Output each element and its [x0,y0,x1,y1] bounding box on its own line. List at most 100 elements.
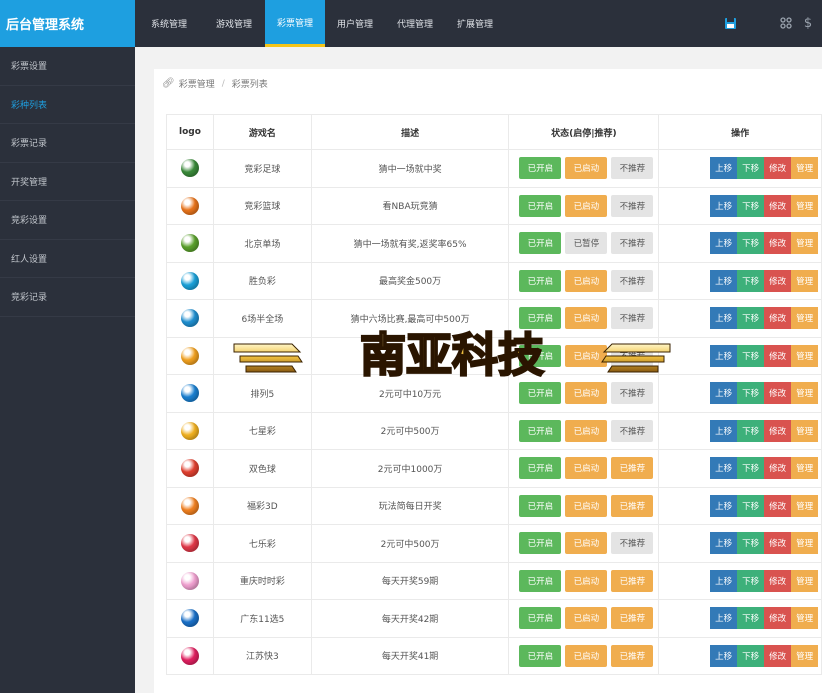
edit-button[interactable]: 修改 [764,269,792,292]
toggle-launch-button[interactable]: 已启动 [565,344,608,367]
sidebar-item[interactable]: 彩票记录 [0,124,135,163]
toggle-recommend-button[interactable]: 不推荐 [611,382,654,405]
sidebar-item[interactable]: 红人设置 [0,240,135,278]
manage-button[interactable]: 管理 [791,344,819,367]
edit-button[interactable]: 修改 [764,232,792,255]
toggle-launch-button[interactable]: 已启动 [565,419,608,442]
edit-button[interactable]: 修改 [764,457,792,480]
move-down-button[interactable]: 下移 [737,157,765,180]
toggle-open-button[interactable]: 已开启 [519,382,562,405]
nav-tab[interactable]: 代理管理 [385,0,445,47]
move-up-button[interactable]: 上移 [710,607,738,630]
toggle-open-button[interactable]: 已开启 [519,232,562,255]
move-up-button[interactable]: 上移 [710,344,738,367]
toggle-open-button[interactable]: 已开启 [519,194,562,217]
manage-button[interactable]: 管理 [791,457,819,480]
toggle-open-button[interactable]: 已开启 [519,269,562,292]
nav-tab[interactable]: 系统管理 [135,0,203,47]
manage-button[interactable]: 管理 [791,194,819,217]
move-up-button[interactable]: 上移 [710,307,738,330]
move-up-button[interactable]: 上移 [710,419,738,442]
toggle-recommend-button[interactable]: 不推荐 [611,269,654,292]
move-down-button[interactable]: 下移 [737,232,765,255]
toggle-recommend-button[interactable]: 已推荐 [611,457,654,480]
manage-button[interactable]: 管理 [791,494,819,517]
sidebar-item[interactable]: 竞彩设置 [0,201,135,240]
toggle-recommend-button[interactable]: 不推荐 [611,194,654,217]
toggle-open-button[interactable]: 已开启 [519,494,562,517]
move-down-button[interactable]: 下移 [737,532,765,555]
manage-button[interactable]: 管理 [791,532,819,555]
toggle-open-button[interactable]: 已开启 [519,419,562,442]
move-up-button[interactable]: 上移 [710,457,738,480]
move-up-button[interactable]: 上移 [710,232,738,255]
toggle-open-button[interactable]: 已开启 [519,644,562,667]
move-down-button[interactable]: 下移 [737,569,765,592]
toggle-open-button[interactable]: 已开启 [519,307,562,330]
edit-button[interactable]: 修改 [764,419,792,442]
move-down-button[interactable]: 下移 [737,269,765,292]
toggle-recommend-button[interactable]: 已推荐 [611,569,654,592]
toggle-launch-button[interactable]: 已启动 [565,569,608,592]
apps-icon[interactable] [777,14,795,32]
edit-button[interactable]: 修改 [764,194,792,217]
manage-button[interactable]: 管理 [791,232,819,255]
sidebar-item[interactable]: 彩票设置 [0,47,135,86]
move-up-button[interactable]: 上移 [710,569,738,592]
sidebar-item[interactable]: 开奖管理 [0,163,135,201]
nav-tab[interactable]: 用户管理 [325,0,385,47]
nav-tab[interactable]: 彩票管理 [265,0,325,47]
toggle-recommend-button[interactable]: 已推荐 [611,494,654,517]
toggle-recommend-button[interactable]: 不推荐 [611,307,654,330]
manage-button[interactable]: 管理 [791,382,819,405]
nav-tab[interactable]: 游戏管理 [203,0,265,47]
toggle-launch-button[interactable]: 已启动 [565,382,608,405]
toggle-recommend-button[interactable]: 不推荐 [611,344,654,367]
edit-button[interactable]: 修改 [764,569,792,592]
toggle-recommend-button[interactable]: 已推荐 [611,607,654,630]
edit-button[interactable]: 修改 [764,644,792,667]
breadcrumb-item-lottery[interactable]: 彩票管理 [179,77,215,90]
move-down-button[interactable]: 下移 [737,382,765,405]
edit-button[interactable]: 修改 [764,307,792,330]
toggle-launch-button[interactable]: 已启动 [565,157,608,180]
toggle-open-button[interactable]: 已开启 [519,607,562,630]
move-up-button[interactable]: 上移 [710,382,738,405]
move-down-button[interactable]: 下移 [737,344,765,367]
toggle-launch-button[interactable]: 已暂停 [565,232,608,255]
move-up-button[interactable]: 上移 [710,269,738,292]
toggle-launch-button[interactable]: 已启动 [565,457,608,480]
toggle-launch-button[interactable]: 已启动 [565,494,608,517]
toggle-open-button[interactable]: 已开启 [519,532,562,555]
move-up-button[interactable]: 上移 [710,494,738,517]
edit-button[interactable]: 修改 [764,532,792,555]
toggle-recommend-button[interactable]: 不推荐 [611,532,654,555]
toggle-open-button[interactable]: 已开启 [519,457,562,480]
sidebar-item[interactable]: 彩种列表 [0,86,135,124]
toggle-launch-button[interactable]: 已启动 [565,532,608,555]
edit-button[interactable]: 修改 [764,607,792,630]
move-down-button[interactable]: 下移 [737,644,765,667]
move-up-button[interactable]: 上移 [710,194,738,217]
move-down-button[interactable]: 下移 [737,607,765,630]
move-up-button[interactable]: 上移 [710,644,738,667]
dollar-icon[interactable]: $ [799,14,817,32]
move-down-button[interactable]: 下移 [737,194,765,217]
toggle-recommend-button[interactable]: 不推荐 [611,419,654,442]
manage-button[interactable]: 管理 [791,644,819,667]
toggle-launch-button[interactable]: 已启动 [565,644,608,667]
move-up-button[interactable]: 上移 [710,532,738,555]
toggle-launch-button[interactable]: 已启动 [565,194,608,217]
toggle-recommend-button[interactable]: 不推荐 [611,157,654,180]
toggle-recommend-button[interactable]: 已推荐 [611,644,654,667]
nav-tab[interactable]: 扩展管理 [445,0,505,47]
manage-button[interactable]: 管理 [791,269,819,292]
manage-button[interactable]: 管理 [791,157,819,180]
edit-button[interactable]: 修改 [764,157,792,180]
move-down-button[interactable]: 下移 [737,419,765,442]
toggle-open-button[interactable]: 已开启 [519,569,562,592]
move-down-button[interactable]: 下移 [737,307,765,330]
toggle-open-button[interactable]: 已开启 [519,344,562,367]
edit-button[interactable]: 修改 [764,344,792,367]
toggle-recommend-button[interactable]: 不推荐 [611,232,654,255]
